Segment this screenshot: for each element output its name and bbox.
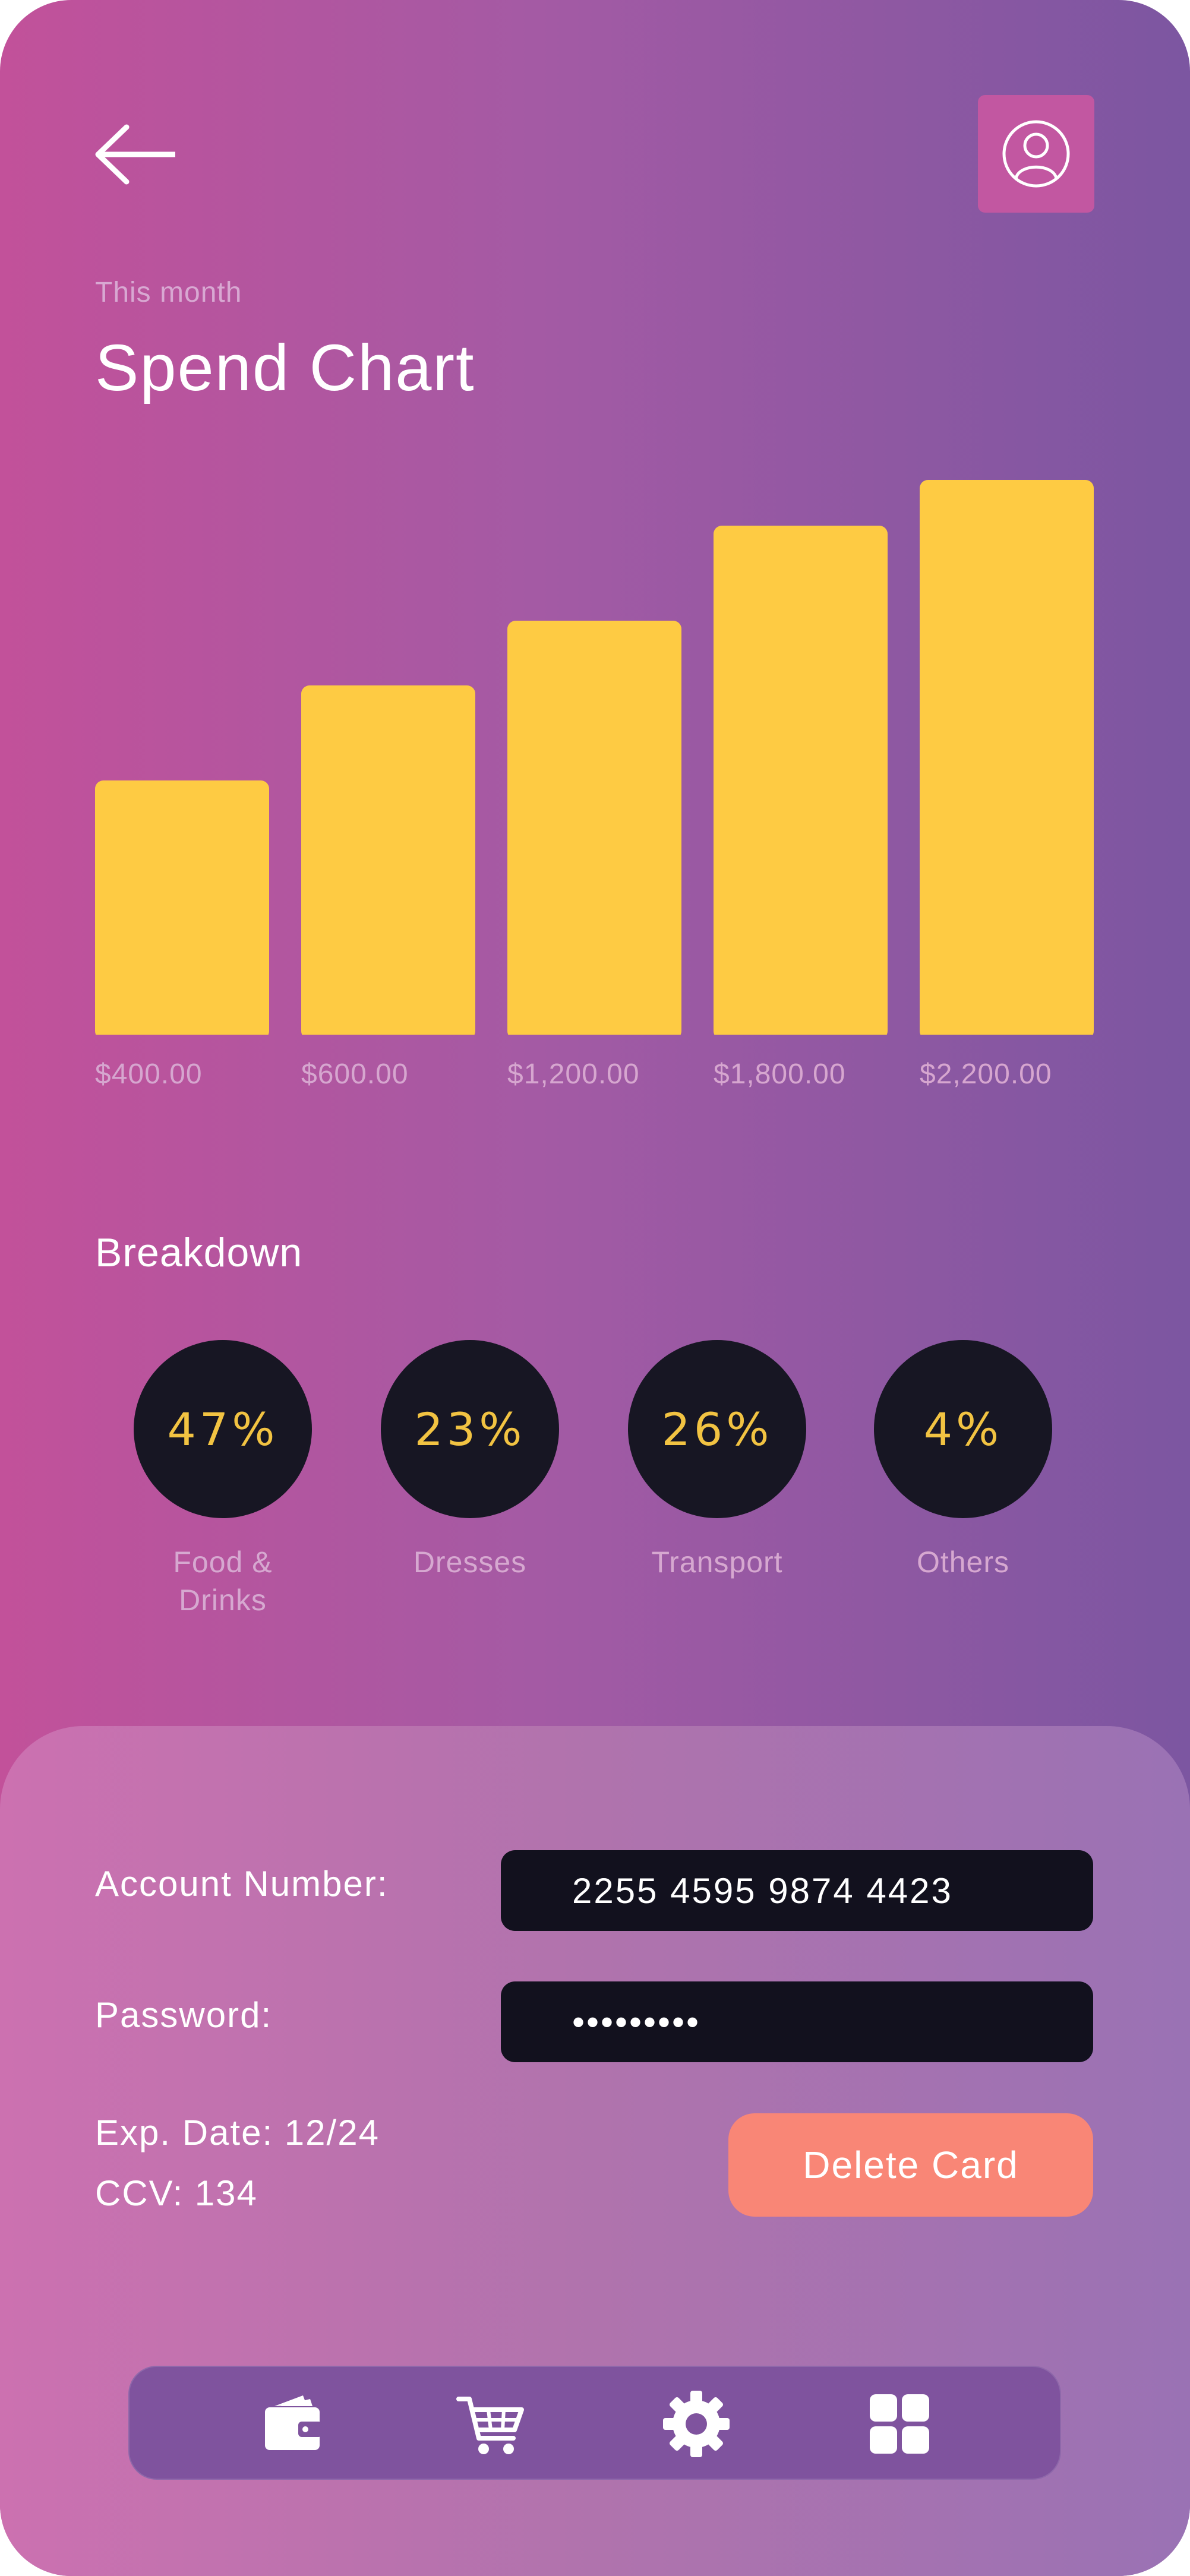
wallet-icon [265, 2395, 322, 2450]
chart-x-tick-label: $600.00 [301, 1058, 409, 1090]
breakdown-label-line1: Others [916, 1545, 1010, 1579]
ccv: CCV: 134 [95, 2173, 258, 2213]
breakdown-item-dresses: 23% Dresses [351, 1340, 589, 1581]
password-value: ••••••••• [572, 2002, 701, 2042]
gear-icon [663, 2391, 730, 2457]
bottom-nav [128, 2366, 1061, 2480]
breakdown-label: Food & Drinks [104, 1543, 342, 1619]
breakdown-item-others: 4% Others [844, 1340, 1082, 1581]
breakdown-circle: 23% [381, 1340, 559, 1518]
account-number-field[interactable] [501, 1850, 1093, 1931]
breakdown-label-line2: Drinks [179, 1583, 267, 1617]
chart-bar [507, 621, 681, 1035]
cart-icon [456, 2397, 524, 2454]
breakdown-circle: 26% [628, 1340, 806, 1518]
password-label: Password: [95, 1995, 273, 2035]
chart-x-tick-label: $400.00 [95, 1058, 203, 1090]
breakdown-circle: 47% [134, 1340, 312, 1518]
breakdown-percent: 26% [661, 1402, 773, 1456]
breakdown-label: Dresses [351, 1543, 589, 1581]
breakdown-label-line1: Transport [651, 1545, 783, 1579]
chart-bar [920, 480, 1094, 1035]
breakdown-title: Breakdown [95, 1230, 303, 1275]
app-screen: This month Spend Chart $400.00 $600.00 $1,… [0, 0, 1190, 2576]
chart-x-tick-label: $1,800.00 [714, 1058, 846, 1090]
arrow-left-icon [95, 124, 178, 185]
account-number-input[interactable] [572, 1870, 1047, 1911]
breakdown-circle: 4% [874, 1340, 1052, 1518]
breakdown-label-line1: Dresses [413, 1545, 527, 1579]
chart-x-tick-label: $2,200.00 [920, 1058, 1052, 1090]
chart-bar [301, 685, 475, 1035]
exp-date: Exp. Date: 12/24 [95, 2113, 380, 2153]
breakdown-percent: 23% [414, 1402, 526, 1456]
profile-button[interactable] [978, 95, 1094, 213]
chart-x-tick-label: $1,200.00 [507, 1058, 640, 1090]
nav-wallet-button[interactable] [257, 2388, 328, 2460]
nav-settings-button[interactable] [661, 2388, 732, 2460]
page-subtitle: This month [95, 277, 242, 308]
chart-bar [95, 780, 269, 1035]
breakdown-item-transport: 26% Transport [598, 1340, 836, 1581]
page-title: Spend Chart [95, 331, 475, 404]
back-button[interactable] [92, 119, 178, 190]
grid-icon [870, 2394, 929, 2454]
account-number-label: Account Number: [95, 1864, 389, 1904]
breakdown-label: Transport [598, 1543, 836, 1581]
breakdown-item-food-drinks: 47% Food & Drinks [104, 1340, 342, 1619]
breakdown-label-line1: Food & [173, 1545, 273, 1579]
nav-dashboard-button[interactable] [864, 2388, 935, 2460]
chart-bar [714, 526, 888, 1035]
breakdown-label: Others [844, 1543, 1082, 1581]
breakdown-percent: 47% [167, 1402, 279, 1456]
password-field[interactable]: ••••••••• [501, 1981, 1093, 2062]
delete-card-button[interactable]: Delete Card [728, 2113, 1093, 2217]
user-icon [1002, 120, 1070, 188]
nav-cart-button[interactable] [455, 2388, 526, 2460]
breakdown-percent: 4% [923, 1402, 1003, 1456]
